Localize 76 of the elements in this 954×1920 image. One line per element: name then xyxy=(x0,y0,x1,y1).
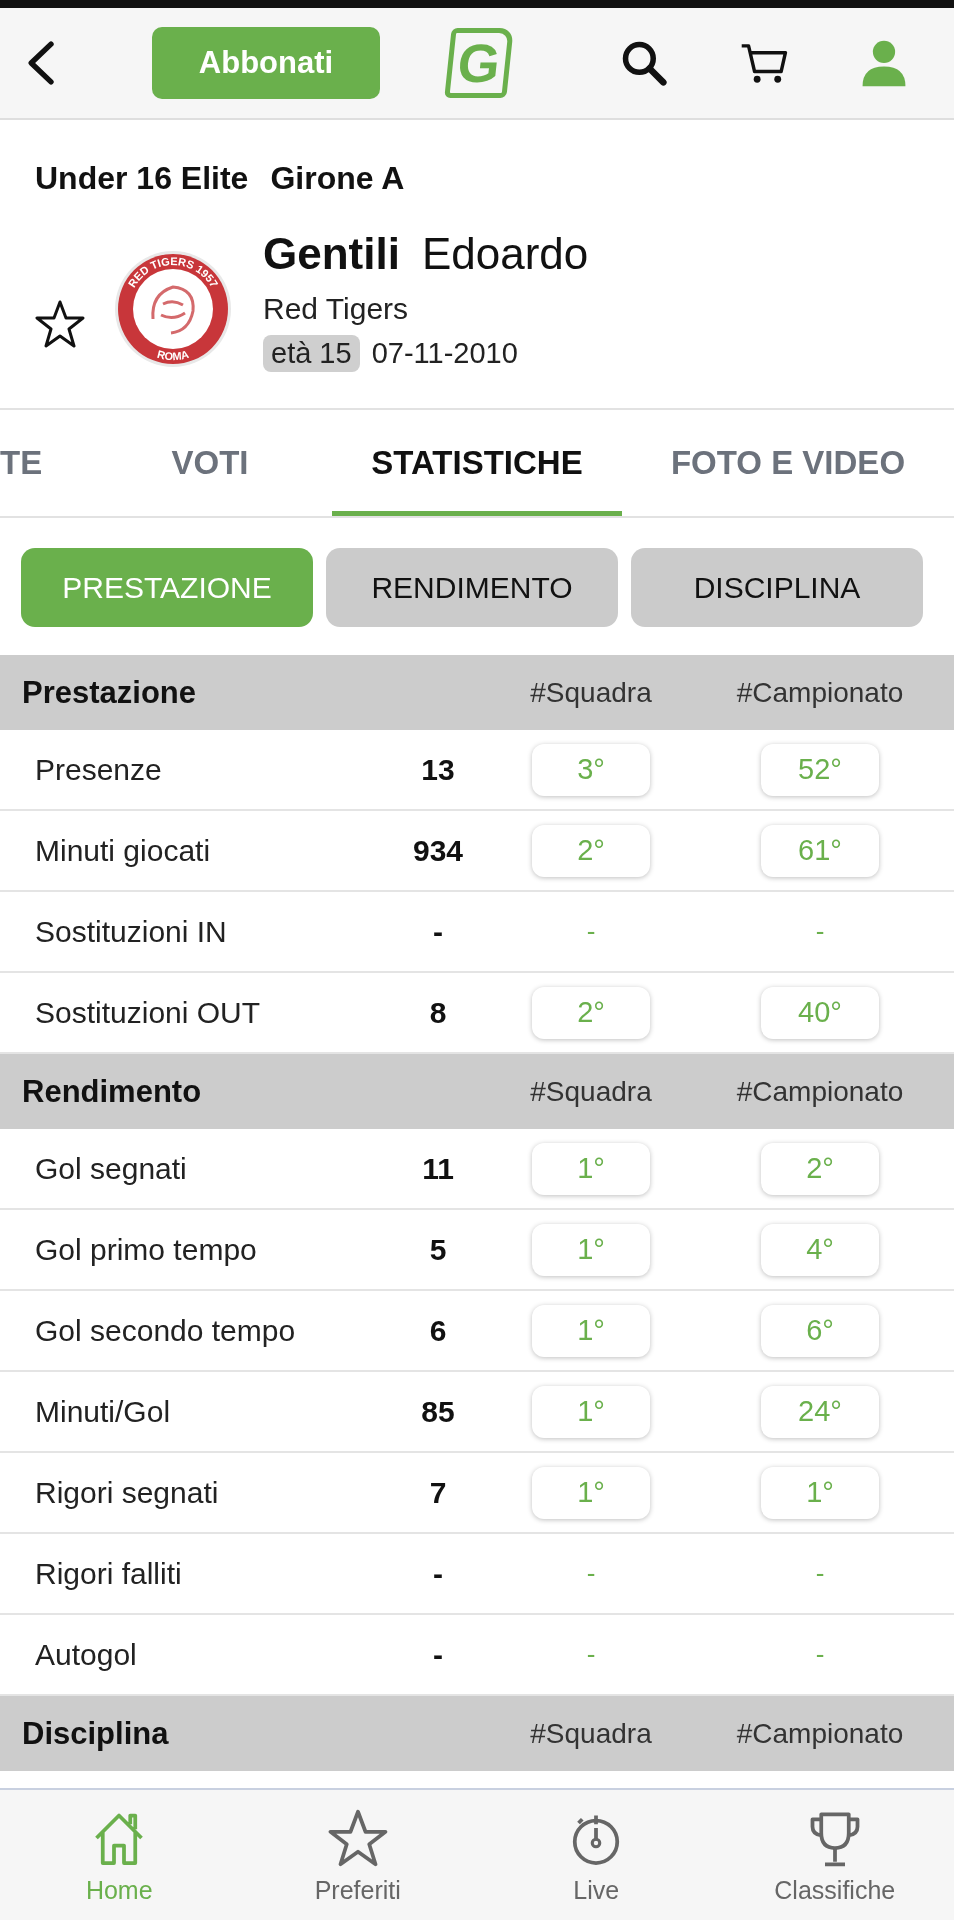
nav-tab[interactable]: Home xyxy=(85,1876,153,1905)
stat-value: 5 xyxy=(428,1232,448,1267)
stat-label: Gol primo tempo xyxy=(34,1232,258,1267)
rank-badge: 2° xyxy=(761,1142,879,1195)
group-title: Girone A xyxy=(270,160,405,197)
player-name: Edoardo xyxy=(421,228,589,280)
stat-value: - xyxy=(432,1556,444,1591)
tab[interactable]: FOTO E VIDEO xyxy=(622,410,954,516)
stat-value: 85 xyxy=(420,1394,456,1429)
tab[interactable]: STATISTICHE xyxy=(332,410,622,516)
rank-badge: 52° xyxy=(761,743,879,796)
stat-value: 11 xyxy=(421,1151,455,1186)
column-header: #Campionato xyxy=(735,1717,905,1750)
rank-text: - xyxy=(815,1558,825,1589)
filter-chip[interactable]: PRESTAZIONE xyxy=(21,548,313,627)
app-logo[interactable]: G xyxy=(444,28,514,98)
stat-label: Minuti/Gol xyxy=(34,1394,172,1429)
stat-label: Gol secondo tempo xyxy=(34,1313,297,1348)
rank-badge: 24° xyxy=(761,1385,879,1438)
section-title: Prestazione xyxy=(21,674,197,711)
filter-chip[interactable]: DISCIPLINA xyxy=(631,548,923,627)
rank-badge: 6° xyxy=(761,1304,879,1357)
team-name: Red Tigers xyxy=(263,291,410,327)
stat-value: 13 xyxy=(420,752,456,787)
section-title: Disciplina xyxy=(21,1715,170,1752)
stat-value: 7 xyxy=(428,1475,448,1510)
rank-badge: 2° xyxy=(532,824,650,877)
rank-text: - xyxy=(815,1639,825,1670)
stat-label: Sostituzioni OUT xyxy=(34,995,262,1030)
stat-value: 934 xyxy=(411,833,465,868)
stat-value: - xyxy=(432,1637,444,1672)
stat-label: Autogol xyxy=(34,1637,138,1672)
nav-tab[interactable]: Preferiti xyxy=(314,1876,401,1905)
rank-badge: 1° xyxy=(532,1304,650,1357)
birth-date: 07-11-2010 xyxy=(371,337,518,370)
tab[interactable]: VOTI xyxy=(100,410,320,516)
stat-label: Minuti giocati xyxy=(34,833,212,868)
nav-tab[interactable]: Live xyxy=(573,1876,620,1905)
search-icon[interactable] xyxy=(620,39,668,87)
rank-badge: 61° xyxy=(761,824,879,877)
column-header: #Squadra xyxy=(529,676,653,709)
stat-label: Gol segnati xyxy=(34,1151,188,1186)
star-icon[interactable] xyxy=(327,1808,388,1868)
stat-value: 8 xyxy=(428,995,448,1030)
section-title: Rendimento xyxy=(21,1073,203,1110)
stat-label: Sostituzioni IN xyxy=(34,914,228,949)
nav-tab[interactable]: Classifiche xyxy=(774,1876,896,1905)
rank-text: - xyxy=(815,916,825,947)
rank-badge: 3° xyxy=(532,743,650,796)
stat-label: Rigori falliti xyxy=(34,1556,183,1591)
stat-label: Presenze xyxy=(34,752,163,787)
tab[interactable]: TE xyxy=(0,410,100,516)
stat-label: Rigori segnati xyxy=(34,1475,220,1510)
rank-badge: 40° xyxy=(761,986,879,1039)
column-header: #Campionato xyxy=(735,1075,905,1108)
column-header: #Campionato xyxy=(735,676,905,709)
age-badge: età 15 xyxy=(263,335,360,372)
stat-value: - xyxy=(432,914,444,949)
column-header: #Squadra xyxy=(529,1717,653,1750)
rank-text: - xyxy=(586,1639,596,1670)
rank-badge: 4° xyxy=(761,1223,879,1276)
rank-text: - xyxy=(586,1558,596,1589)
rank-badge: 1° xyxy=(532,1385,650,1438)
stat-value: 6 xyxy=(428,1313,448,1348)
league-title: Under 16 Elite xyxy=(35,160,249,197)
rank-text: - xyxy=(586,916,596,947)
column-header: #Squadra xyxy=(529,1075,653,1108)
rank-badge: 1° xyxy=(532,1466,650,1519)
filter-chip[interactable]: RENDIMENTO xyxy=(326,548,618,627)
rank-badge: 1° xyxy=(761,1466,879,1519)
rank-badge: 1° xyxy=(532,1142,650,1195)
subscribe-button[interactable]: Abbonati xyxy=(152,27,380,99)
favorite-star-icon[interactable] xyxy=(35,298,85,349)
rank-badge: 2° xyxy=(532,986,650,1039)
rank-badge: 1° xyxy=(532,1223,650,1276)
player-surname: Gentili xyxy=(263,228,400,280)
